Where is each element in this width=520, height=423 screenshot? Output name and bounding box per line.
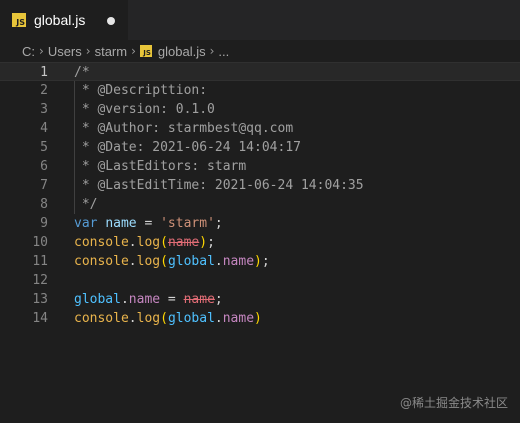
code-line[interactable]: 8 */	[0, 195, 520, 214]
comment: /*	[74, 65, 90, 80]
watermark: @稀土掘金技术社区	[399, 396, 508, 410]
line-number: 7	[40, 178, 48, 193]
line-number: 1	[40, 65, 48, 80]
code-content: console.log(name);	[74, 233, 215, 252]
function-name: log	[136, 235, 161, 250]
identifier: global	[74, 292, 121, 307]
punctuation: )	[254, 311, 262, 326]
code-line[interactable]: 2 * @Descripttion:	[0, 81, 520, 100]
punctuation: .	[128, 311, 137, 326]
operator: =	[160, 292, 184, 307]
identifier: console	[74, 311, 129, 326]
code-line[interactable]: 5 * @Date: 2021-06-24 14:04:17	[0, 138, 520, 157]
comment: * @Author: starmbest@qq.com	[74, 121, 294, 136]
tab-bar: JS global.js	[0, 0, 520, 40]
property: name	[222, 254, 255, 269]
identifier: global	[167, 311, 215, 326]
comment: * @Descripttion:	[74, 83, 208, 98]
line-number: 2	[40, 83, 48, 98]
function-name: log	[136, 311, 161, 326]
punctuation: (	[160, 311, 168, 326]
operator: =	[136, 216, 161, 231]
punctuation: ;	[214, 216, 223, 231]
code-content: global.name = name;	[74, 290, 223, 309]
line-number: 5	[40, 140, 48, 155]
identifier: console	[74, 254, 129, 269]
comment: */	[74, 197, 98, 212]
punctuation: (	[160, 254, 168, 269]
comment: * @Date: 2021-06-24 14:04:17	[74, 140, 301, 155]
property: name	[222, 311, 255, 326]
line-number: 12	[32, 273, 48, 288]
punctuation: ;	[207, 235, 215, 250]
breadcrumb-file[interactable]: global.js	[158, 44, 206, 59]
string-literal: 'starm'	[160, 216, 215, 231]
code-line[interactable]: 12	[0, 271, 520, 290]
punctuation: .	[128, 254, 137, 269]
identifier: console	[74, 235, 129, 250]
punctuation: .	[120, 292, 129, 307]
property: name	[128, 292, 161, 307]
breadcrumb-drive[interactable]: C:	[22, 44, 35, 59]
function-name: log	[136, 254, 161, 269]
code-line[interactable]: 3 * @version: 0.1.0	[0, 100, 520, 119]
code-line[interactable]: 14 console.log(global.name)	[0, 309, 520, 328]
code-line[interactable]: 11 console.log(global.name);	[0, 252, 520, 271]
line-number: 6	[40, 159, 48, 174]
punctuation: )	[199, 235, 208, 250]
punctuation: ;	[214, 292, 223, 307]
line-number: 3	[40, 102, 48, 117]
code-line[interactable]: 6 * @LastEditors: starm	[0, 157, 520, 176]
breadcrumb: C: › Users › starm › JS global.js › ...	[0, 40, 520, 62]
deprecated-identifier: name	[183, 292, 215, 307]
code-line[interactable]: 9 var name = 'starm';	[0, 214, 520, 233]
code-content: console.log(global.name);	[74, 252, 270, 271]
chevron-right-icon: ›	[209, 44, 215, 58]
punctuation: .	[214, 311, 223, 326]
deprecated-identifier: name	[167, 235, 200, 250]
js-file-icon: JS	[12, 13, 26, 27]
line-number: 11	[32, 254, 48, 269]
line-number: 4	[40, 121, 48, 136]
tab-global-js[interactable]: JS global.js	[0, 0, 128, 40]
chevron-right-icon: ›	[85, 44, 91, 58]
line-number: 14	[32, 311, 48, 326]
line-number: 10	[32, 235, 48, 250]
breadcrumb-symbols[interactable]: ...	[218, 44, 229, 59]
breadcrumb-starm[interactable]: starm	[95, 44, 128, 59]
code-line[interactable]: 10 console.log(name);	[0, 233, 520, 252]
tab-title: global.js	[34, 12, 86, 28]
code-line[interactable]: 4 * @Author: starmbest@qq.com	[0, 119, 520, 138]
punctuation: .	[128, 235, 137, 250]
comment: * @LastEditTime: 2021-06-24 14:04:35	[74, 178, 364, 193]
code-line[interactable]: 7 * @LastEditTime: 2021-06-24 14:04:35	[0, 176, 520, 195]
code-editor[interactable]: 1 /* 2 * @Descripttion: 3 * @version: 0.…	[0, 62, 520, 423]
identifier: name	[105, 216, 137, 231]
breadcrumb-users[interactable]: Users	[48, 44, 82, 59]
code-line[interactable]: 1 /*	[0, 62, 520, 81]
js-file-icon: JS	[139, 45, 152, 57]
chevron-right-icon: ›	[39, 44, 44, 58]
line-number: 13	[32, 292, 48, 307]
punctuation: (	[160, 235, 168, 250]
unsaved-dot-icon[interactable]	[107, 17, 115, 25]
comment: * @LastEditors: starm	[74, 159, 247, 174]
punctuation: .	[214, 254, 223, 269]
punctuation: )	[254, 254, 262, 269]
chevron-right-icon: ›	[131, 44, 136, 58]
code-line[interactable]: 13 global.name = name;	[0, 290, 520, 309]
line-number: 9	[40, 216, 48, 231]
identifier: global	[167, 254, 215, 269]
punctuation: ;	[261, 254, 270, 269]
line-number: 8	[40, 197, 48, 212]
keyword: var	[74, 216, 98, 231]
code-content: var name = 'starm';	[74, 214, 223, 233]
comment: * @version: 0.1.0	[74, 102, 215, 117]
code-content: console.log(global.name)	[74, 309, 262, 328]
